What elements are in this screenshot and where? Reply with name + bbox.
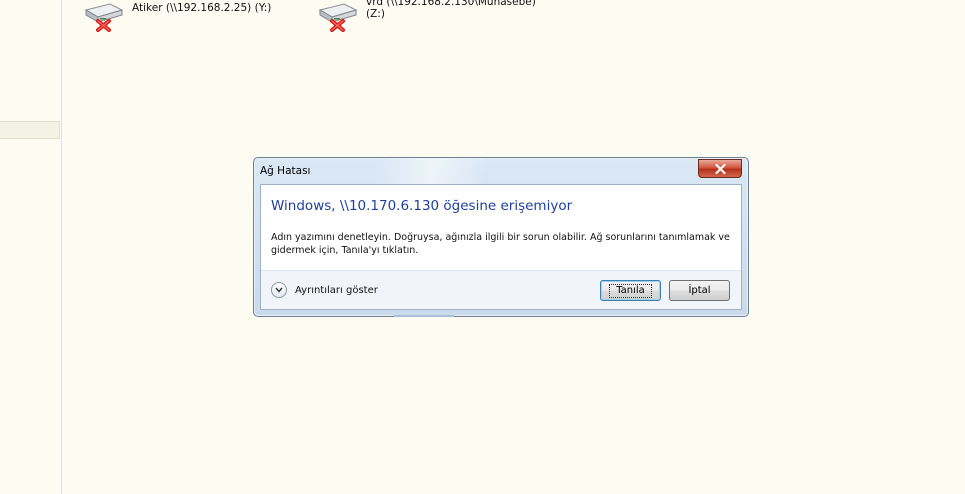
diagnose-button-label: Tanıla bbox=[609, 283, 652, 298]
dialog-description: Adın yazımını denetleyin. Doğruysa, ağın… bbox=[271, 232, 730, 256]
drive-label: Atiker (\\192.168.2.25) (Y:) bbox=[132, 2, 272, 14]
close-icon bbox=[714, 163, 726, 174]
show-details-toggle[interactable]: Ayrıntıları göster bbox=[271, 282, 378, 298]
navigation-pane bbox=[0, 0, 62, 494]
cancel-button-label: İptal bbox=[688, 285, 711, 296]
show-details-label: Ayrıntıları göster bbox=[295, 284, 378, 296]
network-drive-atiker[interactable]: Atiker (\\192.168.2.25) (Y:) bbox=[80, 0, 271, 32]
chevron-down-icon bbox=[275, 287, 283, 293]
expand-button[interactable] bbox=[271, 282, 287, 298]
dialog-title-bar[interactable]: Ağ Hatası bbox=[254, 158, 748, 184]
dialog-content: Windows, \\10.170.6.130 öğesine erişemiy… bbox=[260, 184, 742, 310]
dialog-footer: Ayrıntıları göster Tanıla İptal bbox=[261, 270, 741, 309]
drive-label: vrd (\\192.168.2.130\Muhasebe) (Z:) bbox=[366, 0, 536, 20]
close-button[interactable] bbox=[698, 159, 742, 178]
disconnected-network-drive-icon bbox=[318, 3, 358, 32]
disconnected-network-drive-icon bbox=[84, 3, 124, 32]
cancel-button[interactable]: İptal bbox=[669, 280, 730, 301]
diagnose-button[interactable]: Tanıla bbox=[600, 280, 661, 301]
navigation-selected-item[interactable] bbox=[0, 121, 60, 139]
dialog-bottom-edge bbox=[394, 315, 454, 317]
network-error-dialog: Ağ Hatası Windows, \\10.170.6.130 öğesin… bbox=[253, 157, 749, 317]
title-bar-glass bbox=[324, 158, 594, 184]
dialog-title: Ağ Hatası bbox=[260, 165, 311, 177]
dialog-heading: Windows, \\10.170.6.130 öğesine erişemiy… bbox=[271, 198, 573, 214]
network-drive-vrd[interactable]: vrd (\\192.168.2.130\Muhasebe) (Z:) bbox=[314, 0, 536, 32]
